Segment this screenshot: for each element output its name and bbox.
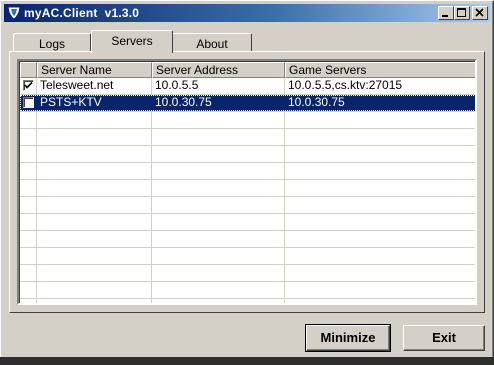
checkmark-icon — [24, 81, 33, 89]
minimize-icon — [442, 15, 448, 17]
tab-servers-label: Servers — [111, 34, 153, 48]
column-header-server-address[interactable]: Server Address — [152, 62, 285, 78]
tab-servers[interactable]: Servers — [91, 30, 173, 53]
tab-about-label: About — [196, 37, 228, 51]
tab-about[interactable]: About — [172, 33, 252, 53]
server-name-cell: PSTS+KTV — [40, 95, 102, 109]
window-title: myAC.Client v1.3.0 — [24, 6, 140, 20]
list-body: Telesweet.net 10.0.5.5 10.0.5.5,cs.ktv:2… — [20, 78, 475, 303]
maximize-window-button[interactable] — [454, 6, 470, 20]
server-checkbox[interactable] — [23, 97, 34, 108]
desktop-background-strip — [0, 357, 494, 365]
close-window-button[interactable] — [472, 6, 488, 20]
column-header-server-name[interactable]: Server Name — [37, 62, 152, 78]
tab-logs-label: Logs — [38, 37, 66, 51]
server-name-cell: Telesweet.net — [40, 78, 114, 92]
table-row[interactable]: Telesweet.net 10.0.5.5 10.0.5.5,cs.ktv:2… — [20, 78, 475, 94]
column-header-game-servers[interactable]: Game Servers — [285, 62, 475, 78]
column-header-check[interactable] — [20, 62, 37, 78]
minimize-button-label: Minimize — [320, 330, 376, 345]
main-window: myAC.Client v1.3.0 Logs Servers About Se… — [0, 0, 494, 365]
server-address-cell: 10.0.5.5 — [155, 78, 199, 92]
tab-logs[interactable]: Logs — [13, 33, 91, 53]
exit-button[interactable]: Exit — [403, 325, 485, 351]
servers-tab-panel: Server Name Server Address Game Servers — [9, 51, 485, 313]
game-servers-cell: 10.0.30.75 — [288, 95, 345, 109]
servers-list[interactable]: Server Name Server Address Game Servers — [17, 59, 477, 305]
close-icon — [475, 8, 484, 17]
minimize-button[interactable]: Minimize — [305, 324, 391, 352]
table-row-selected[interactable]: PSTS+KTV 10.0.30.75 10.0.30.75 — [20, 95, 475, 111]
game-servers-cell: 10.0.5.5,cs.ktv:27015 — [288, 78, 403, 92]
server-address-cell: 10.0.30.75 — [155, 95, 212, 109]
title-bar[interactable]: myAC.Client v1.3.0 — [4, 4, 490, 22]
maximize-icon — [457, 8, 466, 17]
exit-button-label: Exit — [432, 330, 456, 345]
minimize-window-button[interactable] — [438, 6, 454, 20]
list-header: Server Name Server Address Game Servers — [20, 62, 475, 78]
server-checkbox[interactable] — [23, 80, 34, 91]
app-shield-icon[interactable] — [7, 6, 21, 20]
